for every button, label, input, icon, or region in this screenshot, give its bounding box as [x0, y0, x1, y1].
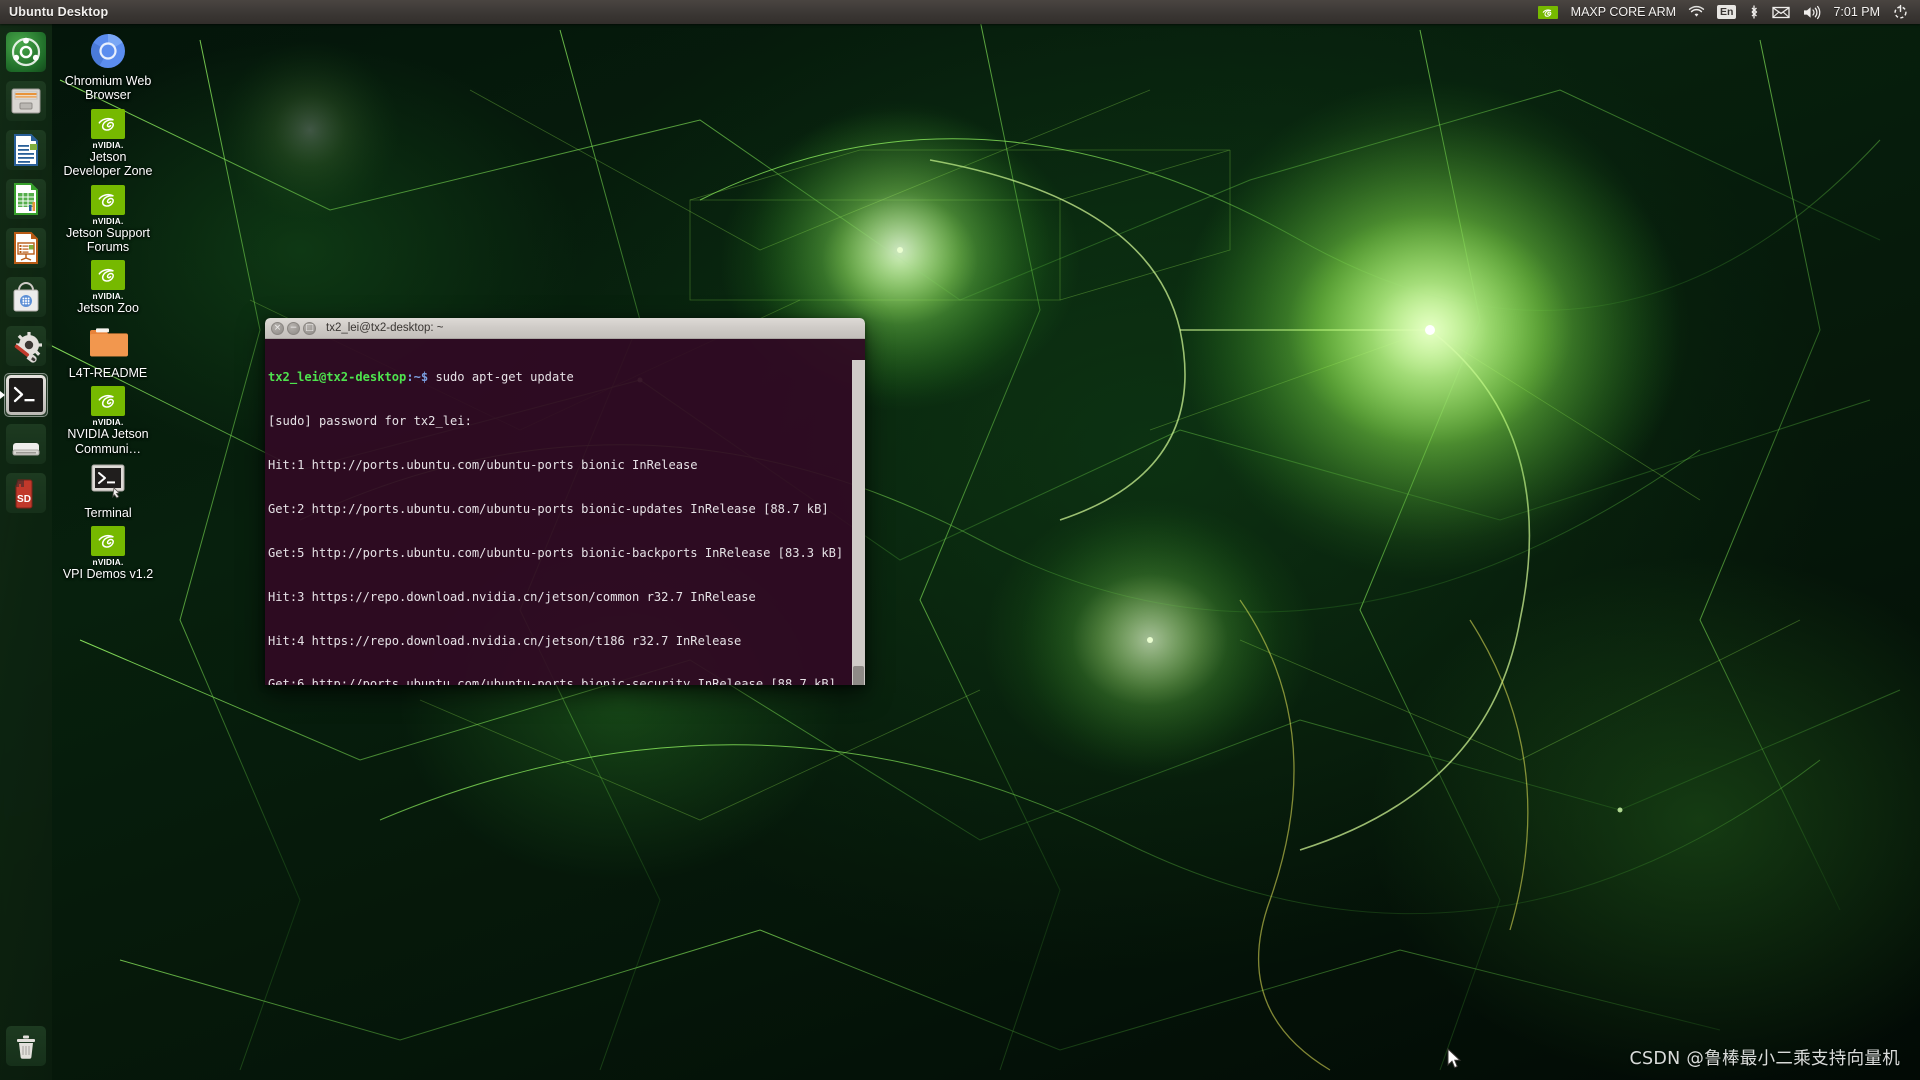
terminal-prompt-line: tx2_lei@tx2-desktop:~$ sudo apt-get upda… [268, 370, 865, 385]
desktop-icon-vpi-demos[interactable]: nVIDIA. VPI Demos v1.2 [62, 526, 154, 581]
terminal-icon [87, 462, 129, 504]
session-menu-icon[interactable] [1886, 0, 1915, 24]
nvidia-wordmark: nVIDIA. [92, 291, 124, 302]
launcher-item-libreoffice-writer[interactable] [4, 128, 48, 172]
nvidia-icon: nVIDIA. [87, 184, 129, 226]
watermark-text: CSDN @鲁棒最小二乘支持向量机 [1629, 1049, 1900, 1069]
nvidia-eye-logo [91, 386, 125, 417]
desktop-icon-label: Chromium Web Browser [64, 74, 152, 103]
launcher-item-terminal[interactable] [0, 373, 48, 417]
nvidia-icon: nVIDIA. [87, 108, 129, 150]
maximize-icon[interactable]: □ [303, 321, 316, 335]
folder-icon [87, 322, 129, 364]
ubuntu-logo-icon [6, 32, 46, 72]
nvidia-icon: nVIDIA. [87, 260, 129, 302]
trash-icon [6, 1026, 46, 1066]
launcher-item-libreoffice-calc[interactable] [4, 177, 48, 221]
hard-drive-icon [6, 424, 46, 464]
terminal-line: Hit:4 https://repo.download.nvidia.cn/je… [268, 633, 742, 648]
desktop-icon-label: Jetson Zoo [77, 301, 139, 316]
close-icon[interactable]: × [271, 321, 284, 335]
software-bag-icon [6, 277, 46, 317]
launcher-item-libreoffice-impress[interactable] [4, 226, 48, 270]
launcher-item-files[interactable] [4, 79, 48, 123]
desktop-icon-chromium[interactable]: Chromium Web Browser [62, 30, 154, 103]
desktop-icon-label: Jetson Developer Zone [63, 149, 153, 179]
terminal-scrollbar[interactable] [852, 360, 865, 685]
nvidia-wordmark: nVIDIA. [92, 139, 124, 150]
nvidia-icon: nVIDIA. [87, 386, 129, 428]
launcher-item-disk-drive[interactable] [4, 422, 48, 466]
nvidia-eye-logo [91, 108, 125, 139]
wifi-icon[interactable] [1682, 0, 1711, 24]
launcher-item-software-center[interactable] [4, 275, 48, 319]
desktop-screen: Ubuntu Desktop MAXP CORE ARM En 7:01 PM … [0, 0, 1920, 1080]
mouse-cursor [1447, 1048, 1462, 1069]
desktop-icon-label: Terminal [84, 506, 132, 521]
sd-card-icon: SD [6, 473, 46, 513]
desktop-icon-jetson-dev-zone[interactable]: nVIDIA. Jetson Developer Zone [62, 108, 154, 179]
nvidia-wordmark: nVIDIA. [92, 557, 124, 568]
gear-wrench-icon [6, 326, 46, 366]
presentation-icon [6, 228, 46, 268]
terminal-prompt-user: tx2_lei@tx2-desktop [268, 370, 407, 385]
launcher-item-dash-home[interactable] [4, 30, 48, 74]
mail-icon[interactable] [1766, 0, 1796, 24]
terminal-window[interactable]: × − □ tx2_lei@tx2-desktop: ~ tx2_lei@tx2… [265, 318, 865, 685]
terminal-prompt-path: :~$ [406, 370, 429, 385]
terminal-output: tx2_lei@tx2-desktop:~$ sudo apt-get upda… [266, 341, 865, 685]
terminal-line: Hit:3 https://repo.download.nvidia.cn/je… [268, 589, 756, 604]
system-profile-label[interactable]: MAXP CORE ARM [1565, 0, 1682, 24]
desktop-icon-label: VPI Demos v1.2 [62, 567, 154, 582]
terminal-titlebar[interactable]: × − □ tx2_lei@tx2-desktop: ~ [265, 318, 865, 339]
panel-title: Ubuntu Desktop [9, 5, 109, 19]
desktop-icon-l4t-readme[interactable]: L4T-README [62, 322, 154, 380]
chromium-icon [87, 30, 129, 72]
terminal-scrollbar-thumb[interactable] [853, 666, 864, 685]
desktop-icon-jetson-zoo[interactable]: nVIDIA. Jetson Zoo [62, 260, 154, 315]
volume-icon[interactable] [1796, 0, 1827, 24]
running-indicator-arrow [0, 391, 5, 399]
desktop-icon-label: NVIDIA Jetson Communi… [67, 427, 149, 456]
bluetooth-icon[interactable] [1742, 0, 1766, 24]
document-icon [6, 130, 46, 170]
keyboard-layout-indicator[interactable]: En [1711, 0, 1742, 24]
nvidia-icon: nVIDIA. [87, 526, 129, 568]
desktop-icon-grid: Chromium Web Browser nVIDIA. Jetson Deve… [62, 26, 158, 588]
panel-indicators: MAXP CORE ARM En 7:01 PM [1531, 0, 1920, 24]
minimize-icon[interactable]: − [287, 321, 300, 335]
desktop-icon-label: Jetson Support Forums [65, 225, 151, 255]
terminal-body[interactable]: tx2_lei@tx2-desktop:~$ sudo apt-get upda… [265, 339, 865, 685]
terminal-line: Hit:1 http://ports.ubuntu.com/ubuntu-por… [268, 458, 698, 472]
terminal-line: Get:5 http://ports.ubuntu.com/ubuntu-por… [268, 545, 844, 560]
clock[interactable]: 7:01 PM [1827, 0, 1886, 24]
launcher-item-system-settings[interactable] [4, 324, 48, 368]
nvidia-wordmark: nVIDIA. [92, 215, 124, 226]
top-panel: Ubuntu Desktop MAXP CORE ARM En 7:01 PM [0, 0, 1920, 24]
keyboard-layout-label: En [1717, 4, 1737, 20]
spreadsheet-icon [6, 179, 46, 219]
desktop-icon-nvidia-jetson-community[interactable]: nVIDIA. NVIDIA Jetson Communi… [62, 386, 154, 456]
terminal-window-title: tx2_lei@tx2-desktop: ~ [326, 322, 444, 334]
terminal-line: Get:6 http://ports.ubuntu.com/ubuntu-por… [268, 677, 836, 685]
nvidia-eye-logo [91, 260, 125, 291]
desktop-icon-jetson-support-forums[interactable]: nVIDIA. Jetson Support Forums [62, 184, 154, 255]
terminal-icon [6, 375, 46, 415]
nvidia-logo-icon[interactable] [1531, 0, 1565, 24]
terminal-line: Get:2 http://ports.ubuntu.com/ubuntu-por… [268, 501, 829, 516]
desktop-icon-terminal[interactable]: Terminal [62, 462, 154, 520]
nvidia-wordmark: nVIDIA. [92, 417, 124, 428]
launcher-item-trash[interactable] [4, 1024, 48, 1068]
svg-text:SD: SD [17, 494, 31, 505]
terminal-command: sudo apt-get update [428, 370, 574, 385]
terminal-line: [sudo] password for tx2_lei: [268, 414, 472, 429]
nvidia-eye-logo [91, 526, 125, 557]
unity-launcher: SD [0, 24, 52, 1080]
nvidia-eye-logo [91, 184, 125, 215]
file-manager-icon [6, 81, 46, 121]
launcher-item-sd-card[interactable]: SD [4, 471, 48, 515]
desktop-icon-label: L4T-README [68, 365, 148, 380]
